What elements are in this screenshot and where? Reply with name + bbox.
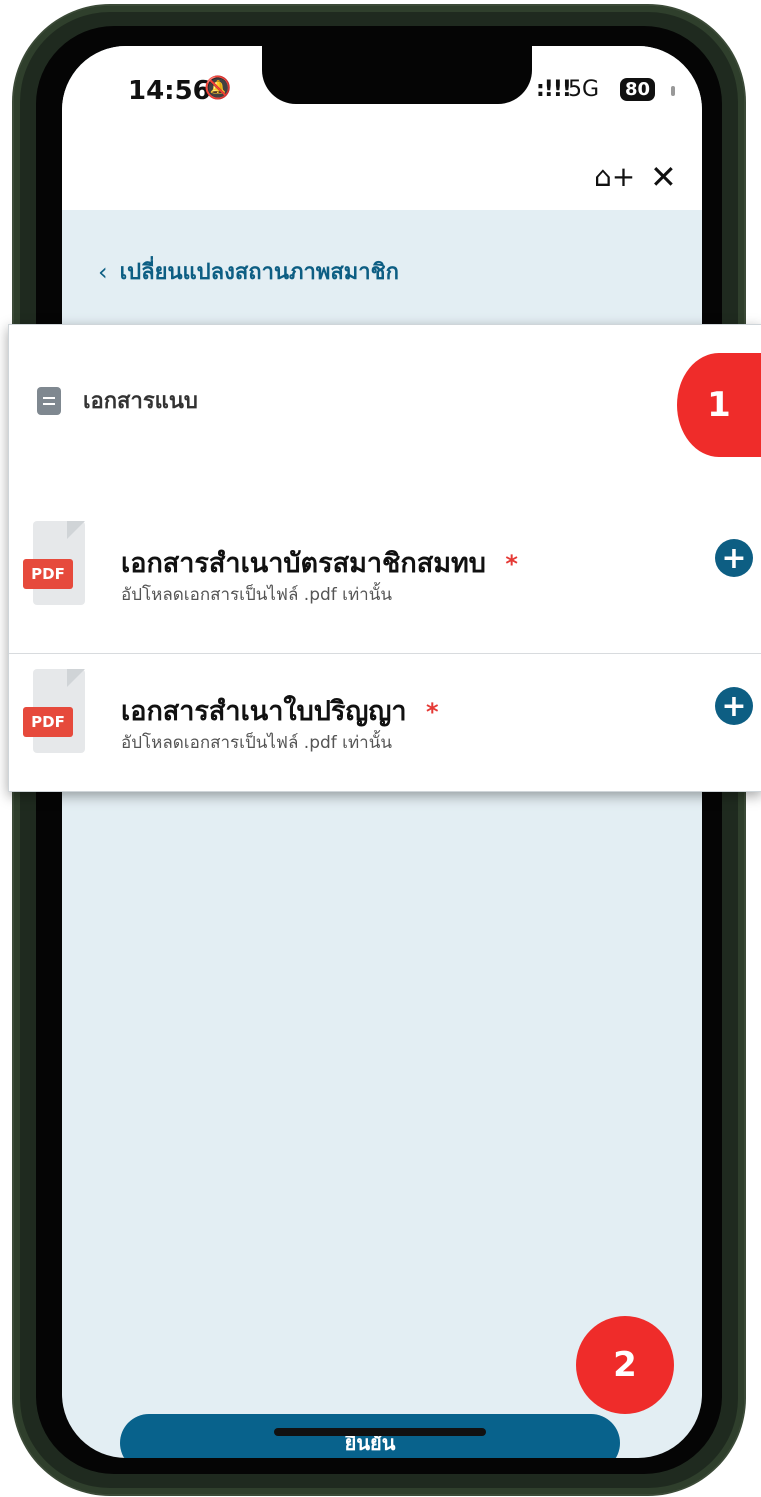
network-indicator: 5G (568, 77, 600, 102)
notch (262, 46, 532, 104)
attachments-card: เอกสารแนบ 1 PDF เอกสารสำเนาบัตรสมาชิกสมท… (8, 324, 761, 792)
pdf-fold (67, 521, 85, 539)
section-header: เอกสารแนบ (37, 383, 198, 418)
pdf-fold (67, 669, 85, 687)
plus-circle-icon[interactable]: + (715, 687, 753, 725)
plus-circle-icon[interactable]: + (715, 539, 753, 577)
pdf-label: PDF (23, 559, 73, 589)
callout-badge-2: 2 (576, 1316, 674, 1414)
pdf-icon: PDF (23, 521, 93, 605)
top-bar: ⌂+ ✕ (62, 156, 702, 210)
required-marker: * (425, 698, 439, 726)
home-add-icon[interactable]: ⌂+ (594, 160, 635, 193)
callout-badge-1: 1 (677, 353, 761, 457)
signal-icon: :!!! (536, 77, 572, 102)
document-title: เอกสารสำเนาใบปริญญา * (121, 689, 439, 732)
document-title: เอกสารสำเนาบัตรสมาชิกสมทบ * (121, 541, 518, 584)
back-label: เปลี่ยนแปลงสถานภาพสมาชิก (119, 260, 399, 285)
document-row[interactable]: PDF เอกสารสำเนาบัตรสมาชิกสมทบ * อัปโหลดเ… (9, 507, 761, 654)
pdf-label: PDF (23, 707, 73, 737)
document-title-text: เอกสารสำเนาบัตรสมาชิกสมทบ (121, 548, 486, 579)
document-title-text: เอกสารสำเนาใบปริญญา (121, 696, 407, 727)
section-title: เอกสารแนบ (83, 389, 198, 414)
bell-off-icon: 🔕 (204, 76, 232, 101)
battery-tip (671, 86, 675, 96)
document-row[interactable]: PDF เอกสารสำเนาใบปริญญา * อัปโหลดเอกสารเ… (9, 655, 761, 801)
document-description: อัปโหลดเอกสารเป็นไฟล์ .pdf เท่านั้น (121, 733, 392, 753)
close-icon[interactable]: ✕ (650, 158, 677, 196)
chevron-left-icon: ‹ (98, 257, 108, 286)
battery-icon: 80 (620, 78, 656, 101)
pdf-icon: PDF (23, 669, 93, 753)
back-button[interactable]: ‹ เปลี่ยนแปลงสถานภาพสมาชิก (98, 254, 399, 289)
status-bar: 14:56 🔕 :!!! 5G 80 (62, 46, 702, 156)
confirm-button[interactable]: ยืนยัน (120, 1414, 620, 1458)
document-icon (37, 386, 61, 415)
document-description: อัปโหลดเอกสารเป็นไฟล์ .pdf เท่านั้น (121, 585, 392, 605)
home-indicator (274, 1428, 486, 1436)
required-marker: * (505, 550, 518, 578)
status-time: 14:56 (128, 76, 211, 106)
